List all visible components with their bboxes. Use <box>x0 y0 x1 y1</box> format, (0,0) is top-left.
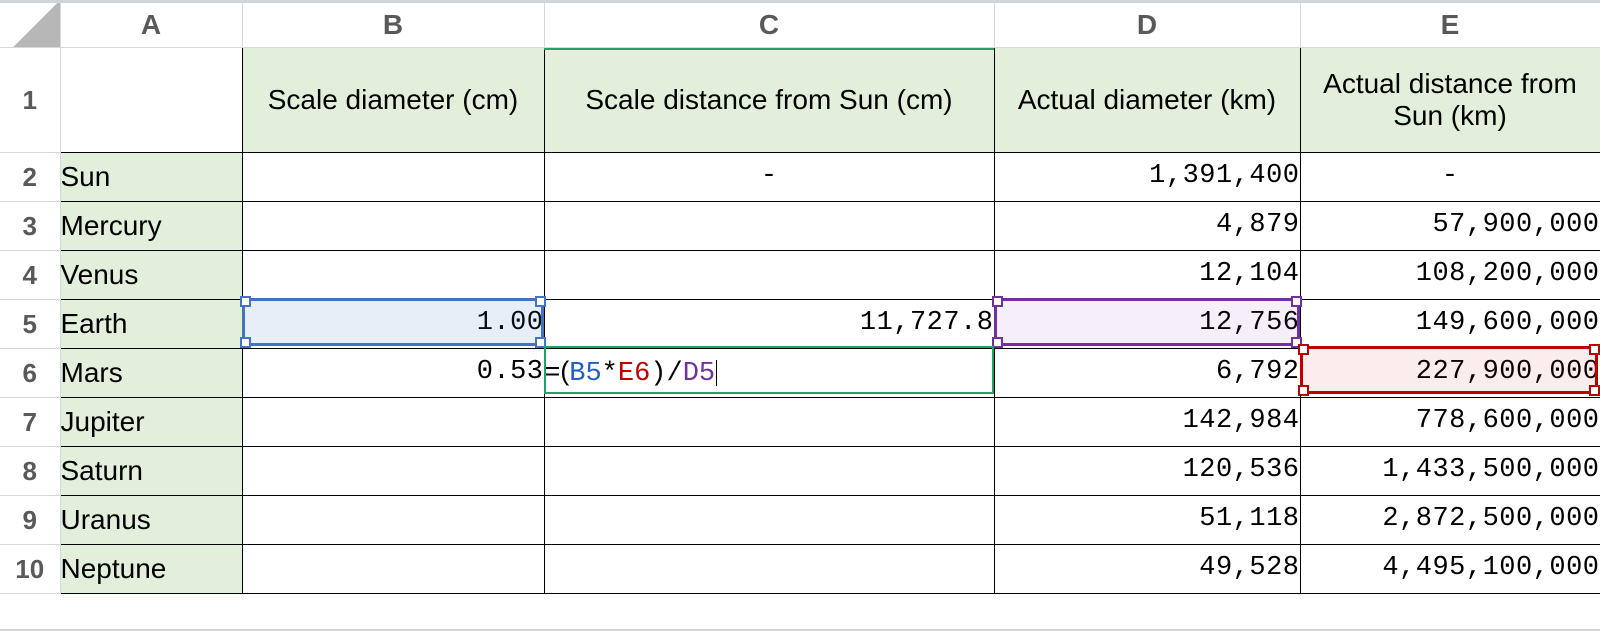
cell-B6[interactable]: 0.53 <box>242 349 544 398</box>
formula-prefix: =( <box>545 356 570 386</box>
cell-D10[interactable]: 49,528 <box>994 545 1300 594</box>
cell-C6-active[interactable]: =(B5*E6)/D5 <box>544 349 994 398</box>
spreadsheet-viewport[interactable]: A B C D E 1 Scale diameter (cm) Scale di… <box>0 0 1600 631</box>
cell-A10[interactable]: Neptune <box>60 545 242 594</box>
cell-A3[interactable]: Mercury <box>60 202 242 251</box>
cell-D6[interactable]: 6,792 <box>994 349 1300 398</box>
row-header-10[interactable]: 10 <box>0 545 60 594</box>
col-header-B[interactable]: B <box>242 3 544 48</box>
cell-C10[interactable] <box>544 545 994 594</box>
cell-B1[interactable]: Scale diameter (cm) <box>242 48 544 153</box>
cell-A1[interactable] <box>60 48 242 153</box>
cell-D8[interactable]: 120,536 <box>994 447 1300 496</box>
cell-A5[interactable]: Earth <box>60 300 242 349</box>
cell-E2[interactable]: - <box>1300 153 1600 202</box>
cell-D7[interactable]: 142,984 <box>994 398 1300 447</box>
cell-B7[interactable] <box>242 398 544 447</box>
formula-close: )/ <box>650 359 682 389</box>
row-header-4[interactable]: 4 <box>0 251 60 300</box>
cell-E3[interactable]: 57,900,000 <box>1300 202 1600 251</box>
row-header-3[interactable]: 3 <box>0 202 60 251</box>
cell-D3[interactable]: 4,879 <box>994 202 1300 251</box>
row-header-5[interactable]: 5 <box>0 300 60 349</box>
formula-ref-D5: D5 <box>683 359 715 389</box>
col-header-E[interactable]: E <box>1300 3 1600 48</box>
cell-C2[interactable]: - <box>544 153 994 202</box>
cell-E1[interactable]: Actual distance from Sun (km) <box>1300 48 1600 153</box>
cell-A8[interactable]: Saturn <box>60 447 242 496</box>
cell-D1[interactable]: Actual diameter (km) <box>994 48 1300 153</box>
cell-B3[interactable] <box>242 202 544 251</box>
cell-E10[interactable]: 4,495,100,000 <box>1300 545 1600 594</box>
formula-op-mul: * <box>602 359 618 389</box>
cell-D4[interactable]: 12,104 <box>994 251 1300 300</box>
cell-E9[interactable]: 2,872,500,000 <box>1300 496 1600 545</box>
cell-E7[interactable]: 778,600,000 <box>1300 398 1600 447</box>
row-header-1[interactable]: 1 <box>0 48 60 153</box>
cell-C7[interactable] <box>544 398 994 447</box>
cell-E6[interactable]: 227,900,000 <box>1300 349 1600 398</box>
cell-E8[interactable]: 1,433,500,000 <box>1300 447 1600 496</box>
row-header-7[interactable]: 7 <box>0 398 60 447</box>
select-all-corner[interactable] <box>0 3 60 48</box>
cell-B9[interactable] <box>242 496 544 545</box>
cell-B2[interactable] <box>242 153 544 202</box>
cell-C1[interactable]: Scale distance from Sun (cm) <box>544 48 994 153</box>
spreadsheet-grid[interactable]: A B C D E 1 Scale diameter (cm) Scale di… <box>0 3 1600 594</box>
cell-B5[interactable]: 1.00 <box>242 300 544 349</box>
cell-A9[interactable]: Uranus <box>60 496 242 545</box>
formula-ref-E6: E6 <box>618 359 650 389</box>
cell-B8[interactable] <box>242 447 544 496</box>
cell-C8[interactable] <box>544 447 994 496</box>
cell-B10[interactable] <box>242 545 544 594</box>
cell-E5[interactable]: 149,600,000 <box>1300 300 1600 349</box>
row-header-9[interactable]: 9 <box>0 496 60 545</box>
cell-A7[interactable]: Jupiter <box>60 398 242 447</box>
row-header-8[interactable]: 8 <box>0 447 60 496</box>
cell-A4[interactable]: Venus <box>60 251 242 300</box>
cell-C4[interactable] <box>544 251 994 300</box>
cell-C9[interactable] <box>544 496 994 545</box>
cell-B4[interactable] <box>242 251 544 300</box>
row-header-6[interactable]: 6 <box>0 349 60 398</box>
row-header-2[interactable]: 2 <box>0 153 60 202</box>
cell-E4[interactable]: 108,200,000 <box>1300 251 1600 300</box>
cell-D9[interactable]: 51,118 <box>994 496 1300 545</box>
col-header-A[interactable]: A <box>60 3 242 48</box>
cell-C5[interactable]: 11,727.8 <box>544 300 994 349</box>
col-header-D[interactable]: D <box>994 3 1300 48</box>
formula-ref-B5: B5 <box>569 359 601 389</box>
col-header-C[interactable]: C <box>544 3 994 48</box>
cell-A2[interactable]: Sun <box>60 153 242 202</box>
text-caret <box>716 360 717 386</box>
cell-D5[interactable]: 12,756 <box>994 300 1300 349</box>
cell-D2[interactable]: 1,391,400 <box>994 153 1300 202</box>
cell-A6[interactable]: Mars <box>60 349 242 398</box>
cell-C3[interactable] <box>544 202 994 251</box>
